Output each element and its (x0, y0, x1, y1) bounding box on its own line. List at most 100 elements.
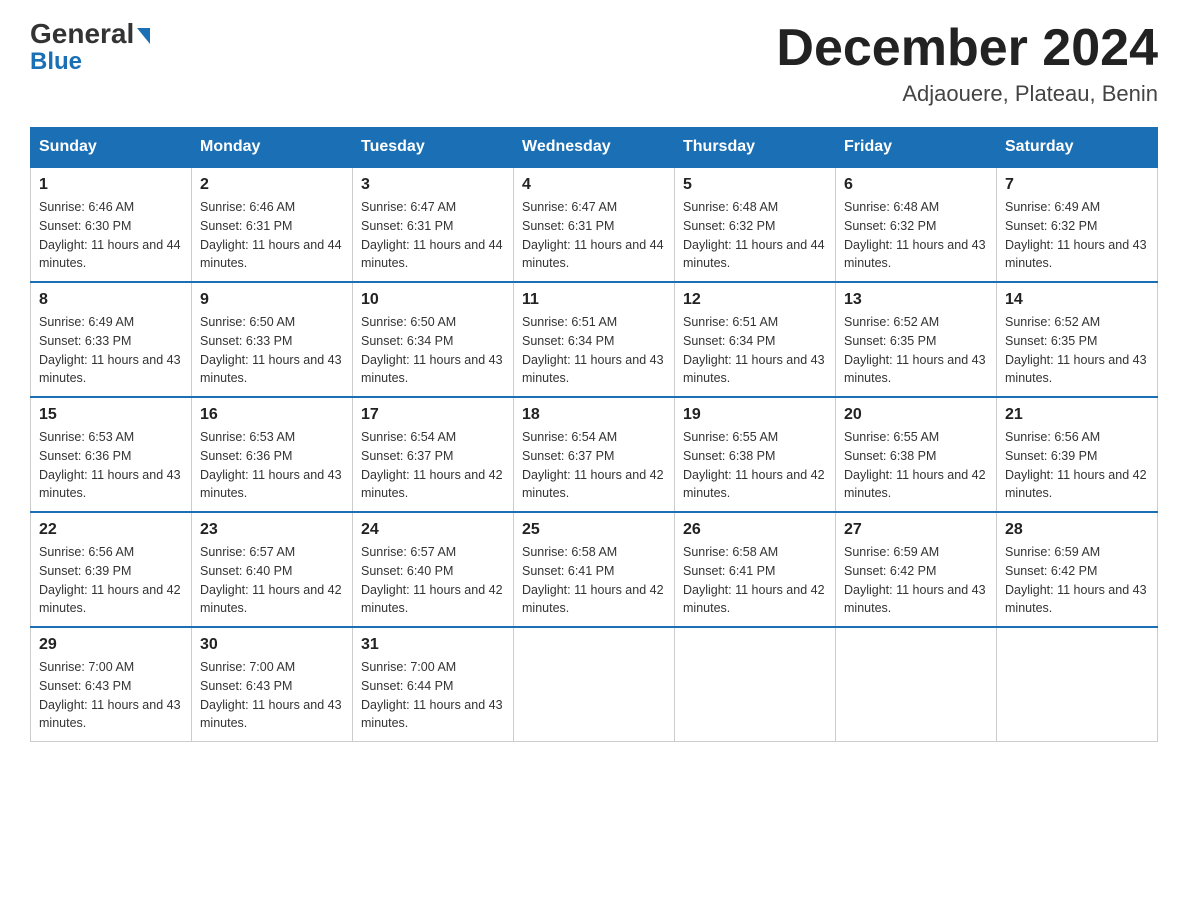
day-number: 17 (361, 406, 505, 424)
day-cell: 31 Sunrise: 7:00 AMSunset: 6:44 PMDayligh… (353, 627, 514, 742)
day-number: 18 (522, 406, 666, 424)
month-title: December 2024 (776, 20, 1158, 77)
day-info: Sunrise: 6:59 AMSunset: 6:42 PMDaylight:… (1005, 543, 1149, 618)
day-number: 22 (39, 521, 183, 539)
day-cell: 13 Sunrise: 6:52 AMSunset: 6:35 PMDayligh… (836, 282, 997, 397)
day-cell: 25Sunrise: 6:58 AMSunset: 6:41 PMDayligh… (514, 512, 675, 627)
week-row-2: 8 Sunrise: 6:49 AMSunset: 6:33 PMDaylight… (31, 282, 1158, 397)
page-header: General Blue December 2024 Adjaouere, Pl… (30, 20, 1158, 107)
day-cell: 21 Sunrise: 6:56 AMSunset: 6:39 PMDayligh… (997, 397, 1158, 512)
day-cell: 28 Sunrise: 6:59 AMSunset: 6:42 PMDayligh… (997, 512, 1158, 627)
day-number: 16 (200, 406, 344, 424)
week-row-4: 22 Sunrise: 6:56 AMSunset: 6:39 PMDayligh… (31, 512, 1158, 627)
day-cell (997, 627, 1158, 742)
weekday-header-wednesday: Wednesday (514, 128, 675, 168)
day-info: Sunrise: 7:00 AMSunset: 6:44 PMDaylight:… (361, 658, 505, 733)
day-info: Sunrise: 6:58 AMSunset: 6:41 PMDaylight:… (683, 543, 827, 618)
day-info: Sunrise: 6:48 AMSunset: 6:32 PMDaylight:… (683, 198, 827, 273)
weekday-header-saturday: Saturday (997, 128, 1158, 168)
day-number: 3 (361, 176, 505, 194)
weekday-header-monday: Monday (192, 128, 353, 168)
day-info: Sunrise: 6:54 AMSunset: 6:37 PMDaylight:… (522, 428, 666, 503)
day-info: Sunrise: 6:55 AMSunset: 6:38 PMDaylight:… (683, 428, 827, 503)
day-cell: 14 Sunrise: 6:52 AMSunset: 6:35 PMDayligh… (997, 282, 1158, 397)
weekday-header-sunday: Sunday (31, 128, 192, 168)
day-info: Sunrise: 6:58 AMSunset: 6:41 PMDaylight:… (522, 543, 666, 618)
day-number: 7 (1005, 176, 1149, 194)
day-info: Sunrise: 6:55 AMSunset: 6:38 PMDaylight:… (844, 428, 988, 503)
day-number: 27 (844, 521, 988, 539)
day-cell: 15 Sunrise: 6:53 AMSunset: 6:36 PMDayligh… (31, 397, 192, 512)
day-cell: 19 Sunrise: 6:55 AMSunset: 6:38 PMDayligh… (675, 397, 836, 512)
day-number: 21 (1005, 406, 1149, 424)
day-cell: 8 Sunrise: 6:49 AMSunset: 6:33 PMDaylight… (31, 282, 192, 397)
day-info: Sunrise: 6:56 AMSunset: 6:39 PMDaylight:… (1005, 428, 1149, 503)
day-number: 12 (683, 291, 827, 309)
day-cell: 11 Sunrise: 6:51 AMSunset: 6:34 PMDayligh… (514, 282, 675, 397)
day-number: 6 (844, 176, 988, 194)
day-info: Sunrise: 6:52 AMSunset: 6:35 PMDaylight:… (1005, 313, 1149, 388)
day-cell (514, 627, 675, 742)
day-number: 4 (522, 176, 666, 194)
day-number: 13 (844, 291, 988, 309)
logo-line2: Blue (30, 50, 82, 74)
day-number: 24 (361, 521, 505, 539)
logo: General Blue (30, 20, 150, 74)
day-cell: 17Sunrise: 6:54 AMSunset: 6:37 PMDayligh… (353, 397, 514, 512)
day-info: Sunrise: 6:47 AMSunset: 6:31 PMDaylight:… (361, 198, 505, 273)
day-number: 29 (39, 636, 183, 654)
weekday-header-thursday: Thursday (675, 128, 836, 168)
day-cell: 3 Sunrise: 6:47 AMSunset: 6:31 PMDaylight… (353, 167, 514, 282)
day-cell: 16 Sunrise: 6:53 AMSunset: 6:36 PMDayligh… (192, 397, 353, 512)
day-cell: 9Sunrise: 6:50 AMSunset: 6:33 PMDaylight… (192, 282, 353, 397)
day-cell (836, 627, 997, 742)
day-number: 2 (200, 176, 344, 194)
day-number: 20 (844, 406, 988, 424)
location-title: Adjaouere, Plateau, Benin (776, 81, 1158, 107)
day-cell: 26 Sunrise: 6:58 AMSunset: 6:41 PMDayligh… (675, 512, 836, 627)
day-info: Sunrise: 6:53 AMSunset: 6:36 PMDaylight:… (39, 428, 183, 503)
day-number: 8 (39, 291, 183, 309)
day-info: Sunrise: 6:51 AMSunset: 6:34 PMDaylight:… (683, 313, 827, 388)
day-info: Sunrise: 6:50 AMSunset: 6:34 PMDaylight:… (361, 313, 505, 388)
day-cell: 22 Sunrise: 6:56 AMSunset: 6:39 PMDayligh… (31, 512, 192, 627)
day-number: 14 (1005, 291, 1149, 309)
day-cell: 6Sunrise: 6:48 AMSunset: 6:32 PMDaylight… (836, 167, 997, 282)
day-number: 26 (683, 521, 827, 539)
day-number: 5 (683, 176, 827, 194)
day-info: Sunrise: 6:56 AMSunset: 6:39 PMDaylight:… (39, 543, 183, 618)
day-number: 28 (1005, 521, 1149, 539)
day-info: Sunrise: 6:49 AMSunset: 6:33 PMDaylight:… (39, 313, 183, 388)
day-cell: 30 Sunrise: 7:00 AMSunset: 6:43 PMDayligh… (192, 627, 353, 742)
day-cell: 5 Sunrise: 6:48 AMSunset: 6:32 PMDaylight… (675, 167, 836, 282)
day-info: Sunrise: 6:52 AMSunset: 6:35 PMDaylight:… (844, 313, 988, 388)
day-cell: 23 Sunrise: 6:57 AMSunset: 6:40 PMDayligh… (192, 512, 353, 627)
day-cell: 10 Sunrise: 6:50 AMSunset: 6:34 PMDayligh… (353, 282, 514, 397)
day-info: Sunrise: 6:46 AMSunset: 6:31 PMDaylight:… (200, 198, 344, 273)
logo-line1: General (30, 20, 150, 48)
day-number: 15 (39, 406, 183, 424)
week-row-1: 1Sunrise: 6:46 AMSunset: 6:30 PMDaylight… (31, 167, 1158, 282)
week-row-5: 29 Sunrise: 7:00 AMSunset: 6:43 PMDayligh… (31, 627, 1158, 742)
day-cell: 20 Sunrise: 6:55 AMSunset: 6:38 PMDayligh… (836, 397, 997, 512)
weekday-header-row: SundayMondayTuesdayWednesdayThursdayFrid… (31, 128, 1158, 168)
day-number: 1 (39, 176, 183, 194)
day-number: 31 (361, 636, 505, 654)
day-cell: 29Sunrise: 7:00 AMSunset: 6:43 PMDayligh… (31, 627, 192, 742)
day-info: Sunrise: 6:53 AMSunset: 6:36 PMDaylight:… (200, 428, 344, 503)
day-cell: 1Sunrise: 6:46 AMSunset: 6:30 PMDaylight… (31, 167, 192, 282)
day-number: 11 (522, 291, 666, 309)
day-info: Sunrise: 6:49 AMSunset: 6:32 PMDaylight:… (1005, 198, 1149, 273)
day-info: Sunrise: 6:51 AMSunset: 6:34 PMDaylight:… (522, 313, 666, 388)
day-number: 10 (361, 291, 505, 309)
day-info: Sunrise: 7:00 AMSunset: 6:43 PMDaylight:… (200, 658, 344, 733)
day-number: 9 (200, 291, 344, 309)
day-number: 19 (683, 406, 827, 424)
day-cell: 24Sunrise: 6:57 AMSunset: 6:40 PMDayligh… (353, 512, 514, 627)
day-number: 23 (200, 521, 344, 539)
day-info: Sunrise: 6:57 AMSunset: 6:40 PMDaylight:… (200, 543, 344, 618)
day-cell (675, 627, 836, 742)
day-info: Sunrise: 6:59 AMSunset: 6:42 PMDaylight:… (844, 543, 988, 618)
day-cell: 18 Sunrise: 6:54 AMSunset: 6:37 PMDayligh… (514, 397, 675, 512)
day-number: 30 (200, 636, 344, 654)
